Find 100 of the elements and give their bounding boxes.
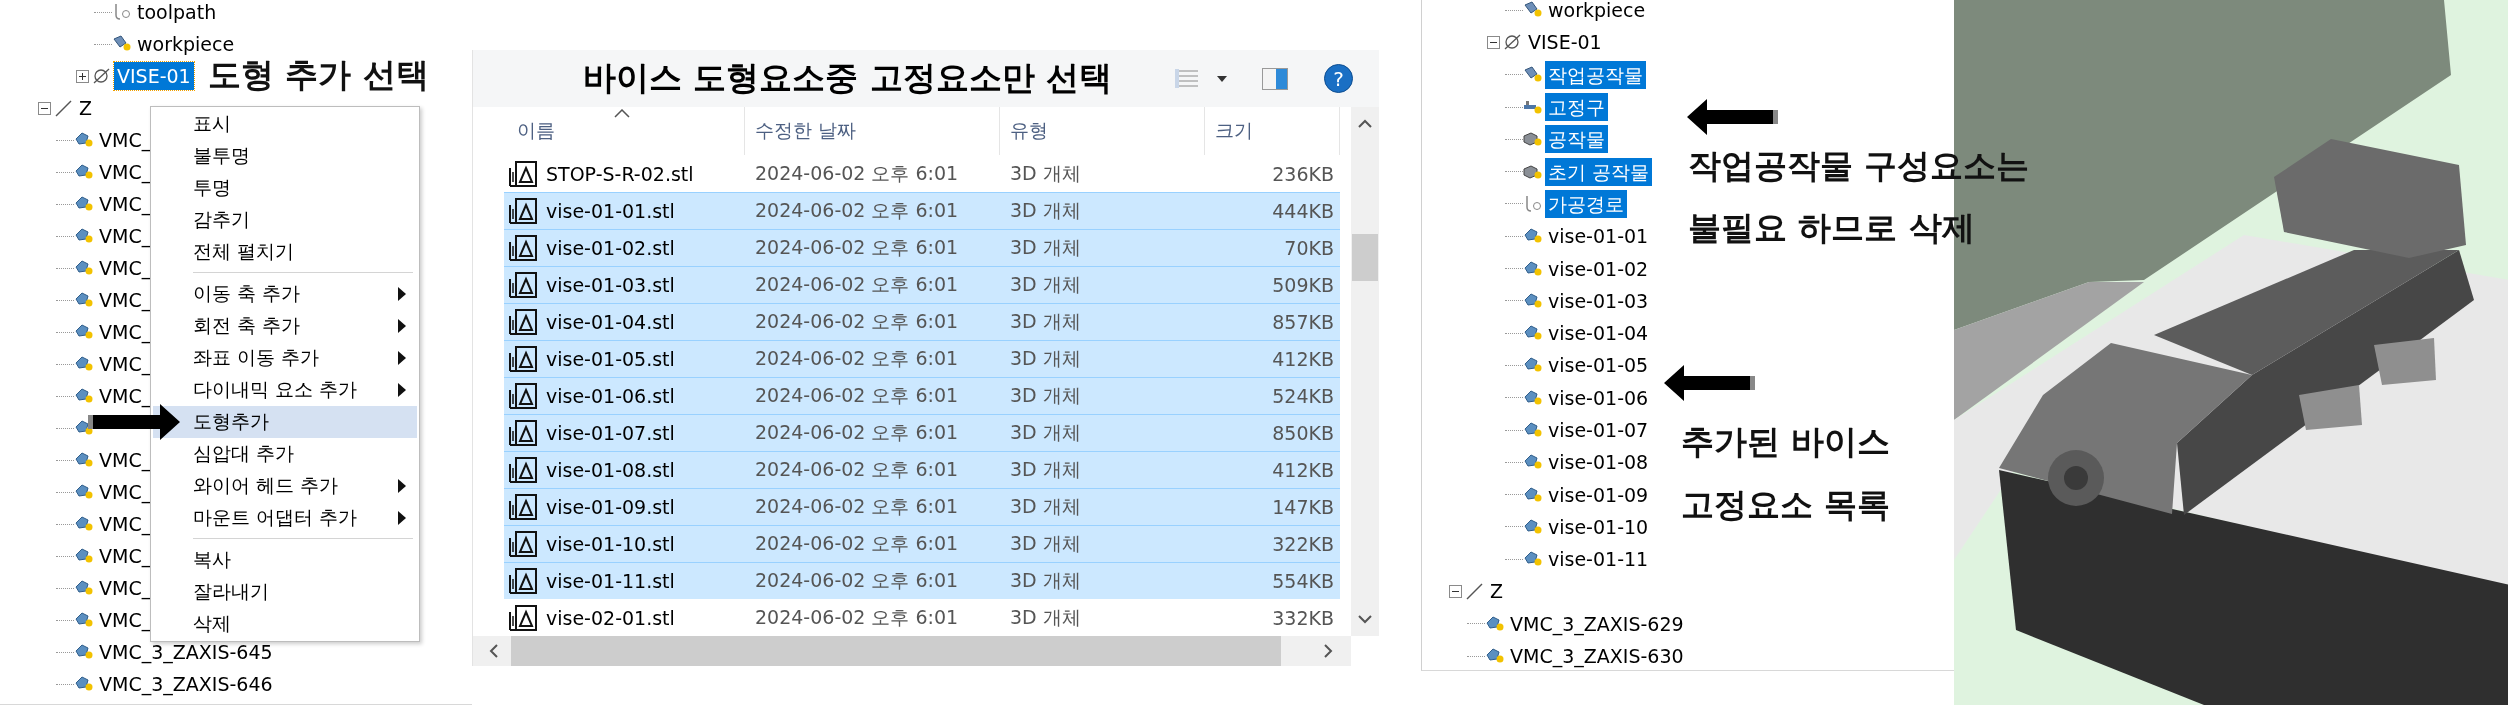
tree-item[interactable]: VISE-01 (114, 62, 194, 90)
tree-item[interactable]: 가공경로 (1545, 189, 1627, 218)
menu-item[interactable]: 마운트 어댑터 추가 (153, 502, 417, 534)
file-icon (508, 345, 538, 373)
tree-item[interactable]: vise-01-02 (1545, 254, 1652, 283)
collapse-icon[interactable] (1487, 35, 1500, 49)
file-row[interactable]: vise-01-03.stl 2024-06-02 오후 6:01 3D 개체 509KB (504, 266, 1340, 303)
file-date: 2024-06-02 오후 6:01 (755, 420, 959, 445)
file-row[interactable]: vise-01-11.stl 2024-06-02 오후 6:01 3D 개체 554KB (504, 562, 1340, 599)
expand-icon[interactable] (76, 69, 89, 83)
tree-item[interactable]: VMC_ (96, 446, 155, 474)
tree-item[interactable]: VMC_ (96, 318, 155, 346)
tree-item[interactable]: VMC_ (96, 606, 155, 634)
tree-item[interactable]: vise-01-05 (1545, 351, 1652, 380)
column-header[interactable]: 이름 (504, 107, 745, 155)
tree-item[interactable]: vise-01-03 (1545, 286, 1652, 315)
tree-item[interactable]: VMC_ (96, 574, 155, 602)
left-arrow-icon (1664, 363, 1756, 403)
scroll-down-icon[interactable] (1357, 614, 1373, 624)
tree-item[interactable]: VMC_ (96, 158, 155, 186)
scroll-thumb[interactable] (1352, 234, 1378, 281)
collapse-icon[interactable] (38, 101, 51, 115)
menu-item[interactable]: 이동 축 추가 (153, 278, 417, 310)
submenu-arrow-icon (397, 318, 407, 334)
tree-item[interactable]: vise-01-06 (1545, 383, 1652, 412)
dropdown-caret-icon[interactable] (1216, 74, 1228, 83)
tree-item[interactable]: VMC_ (96, 510, 155, 538)
scroll-right-icon[interactable] (1323, 643, 1333, 659)
tree-item[interactable]: VMC_ (96, 350, 155, 378)
menu-item[interactable]: 잘라내기 (153, 576, 417, 608)
tree-item[interactable]: vise-01-11 (1545, 545, 1652, 574)
file-row[interactable]: vise-01-04.stl 2024-06-02 오후 6:01 3D 개체 857KB (504, 303, 1340, 340)
file-row[interactable]: vise-01-08.stl 2024-06-02 오후 6:01 3D 개체 412KB (504, 451, 1340, 488)
tree-item[interactable]: VMC_ (96, 542, 155, 570)
tree-item[interactable]: 고정구 (1545, 93, 1608, 122)
tree-item[interactable]: VMC_ (96, 222, 155, 250)
tree-item[interactable]: VMC_ (96, 478, 155, 506)
submenu-arrow-icon (397, 286, 407, 302)
tree-item[interactable]: VMC_3_ZAXIS-646 (96, 670, 276, 698)
column-header[interactable]: 크기 (1205, 107, 1340, 155)
tree-item[interactable]: vise-01-01 (1545, 222, 1652, 251)
tree-item[interactable]: vise-01-07 (1545, 416, 1652, 444)
file-name: vise-01-10.stl (546, 533, 675, 555)
tree-item[interactable]: VMC_ (96, 286, 155, 314)
menu-item[interactable]: 복사 (153, 544, 417, 576)
tree-item[interactable]: 작업공작물 (1545, 60, 1646, 89)
scroll-up-icon[interactable] (1357, 119, 1373, 129)
menu-item[interactable]: 불투명 (153, 140, 417, 172)
tree-item[interactable]: 공작물 (1545, 125, 1608, 154)
vertical-scrollbar[interactable] (1351, 107, 1379, 636)
tree-item[interactable]: VMC_3_ZAXIS-629 (1507, 609, 1687, 638)
preview-pane-icon[interactable] (1262, 67, 1288, 90)
menu-item[interactable]: 다이내믹 요소 추가 (153, 374, 417, 406)
collapse-icon[interactable] (1449, 585, 1462, 598)
file-row[interactable]: vise-01-09.stl 2024-06-02 오후 6:01 3D 개체 147KB (504, 488, 1340, 525)
scroll-left-icon[interactable] (489, 643, 499, 659)
tree-item[interactable]: toolpath (134, 0, 220, 26)
menu-item[interactable]: 감추기 (153, 204, 417, 236)
tree-item[interactable]: VMC_ (96, 382, 155, 410)
part-icon (74, 675, 94, 693)
file-row[interactable]: vise-01-06.stl 2024-06-02 오후 6:01 3D 개체 524KB (504, 377, 1340, 414)
tree-item[interactable]: VMC_3_ZAXIS-645 (96, 638, 276, 666)
menu-item[interactable]: 전체 펼치기 (153, 236, 417, 268)
menu-item[interactable]: 회전 축 추가 (153, 310, 417, 342)
tree-item[interactable]: VMC_ (96, 126, 155, 154)
menu-item[interactable]: 삭제 (153, 608, 417, 640)
file-row[interactable]: vise-01-10.stl 2024-06-02 오후 6:01 3D 개체 322KB (504, 525, 1340, 562)
tree-item[interactable]: workpiece (134, 30, 238, 58)
file-icon (508, 308, 538, 336)
file-row[interactable]: vise-01-02.stl 2024-06-02 오후 6:01 3D 개체 70KB (504, 229, 1340, 266)
file-row[interactable]: STOP-S-R-02.stl 2024-06-02 오후 6:01 3D 개체 236KB (504, 155, 1340, 192)
tree-item[interactable]: Z (1487, 577, 1507, 606)
tree-item[interactable]: vise-01-10 (1545, 512, 1652, 541)
menu-item[interactable]: 와이어 헤드 추가 (153, 470, 417, 502)
file-size: 509KB (1272, 274, 1334, 296)
tree-item[interactable]: vise-01-08 (1545, 448, 1652, 477)
file-size: 524KB (1272, 385, 1334, 407)
menu-item[interactable]: 표시 (153, 108, 417, 140)
tree-item[interactable]: VISE-01 (1525, 28, 1605, 57)
column-header[interactable]: 수정한 날짜 (745, 107, 1000, 155)
file-row[interactable]: vise-02-01.stl 2024-06-02 오후 6:01 3D 개체 332KB (504, 599, 1340, 636)
tree-item[interactable]: Z (76, 94, 96, 122)
file-type: 3D 개체 (1010, 568, 1081, 593)
file-row[interactable]: vise-01-01.stl 2024-06-02 오후 6:01 3D 개체 444KB (504, 192, 1340, 229)
file-icon (508, 234, 538, 262)
file-row[interactable]: vise-01-07.stl 2024-06-02 오후 6:01 3D 개체 850KB (504, 414, 1340, 451)
menu-item[interactable]: 투명 (153, 172, 417, 204)
tree-item[interactable]: vise-01-09 (1545, 480, 1652, 509)
menu-item[interactable]: 심압대 추가 (153, 438, 417, 470)
menu-item[interactable]: 도형추가 (153, 406, 417, 438)
tree-item[interactable]: VMC_ (96, 254, 155, 282)
file-row[interactable]: vise-01-05.stl 2024-06-02 오후 6:01 3D 개체 412KB (504, 340, 1340, 377)
tree-item[interactable]: vise-01-04 (1545, 319, 1652, 348)
menu-item[interactable]: 좌표 이동 추가 (153, 342, 417, 374)
column-header[interactable]: 유형 (1000, 107, 1205, 155)
tree-item[interactable]: workpiece (1545, 0, 1649, 25)
tree-item[interactable]: VMC_ (96, 190, 155, 218)
tree-item[interactable]: 초기 공작물 (1545, 157, 1653, 186)
help-button[interactable]: ? (1324, 64, 1353, 93)
tree-item[interactable]: VMC_3_ZAXIS-630 (1507, 642, 1687, 670)
